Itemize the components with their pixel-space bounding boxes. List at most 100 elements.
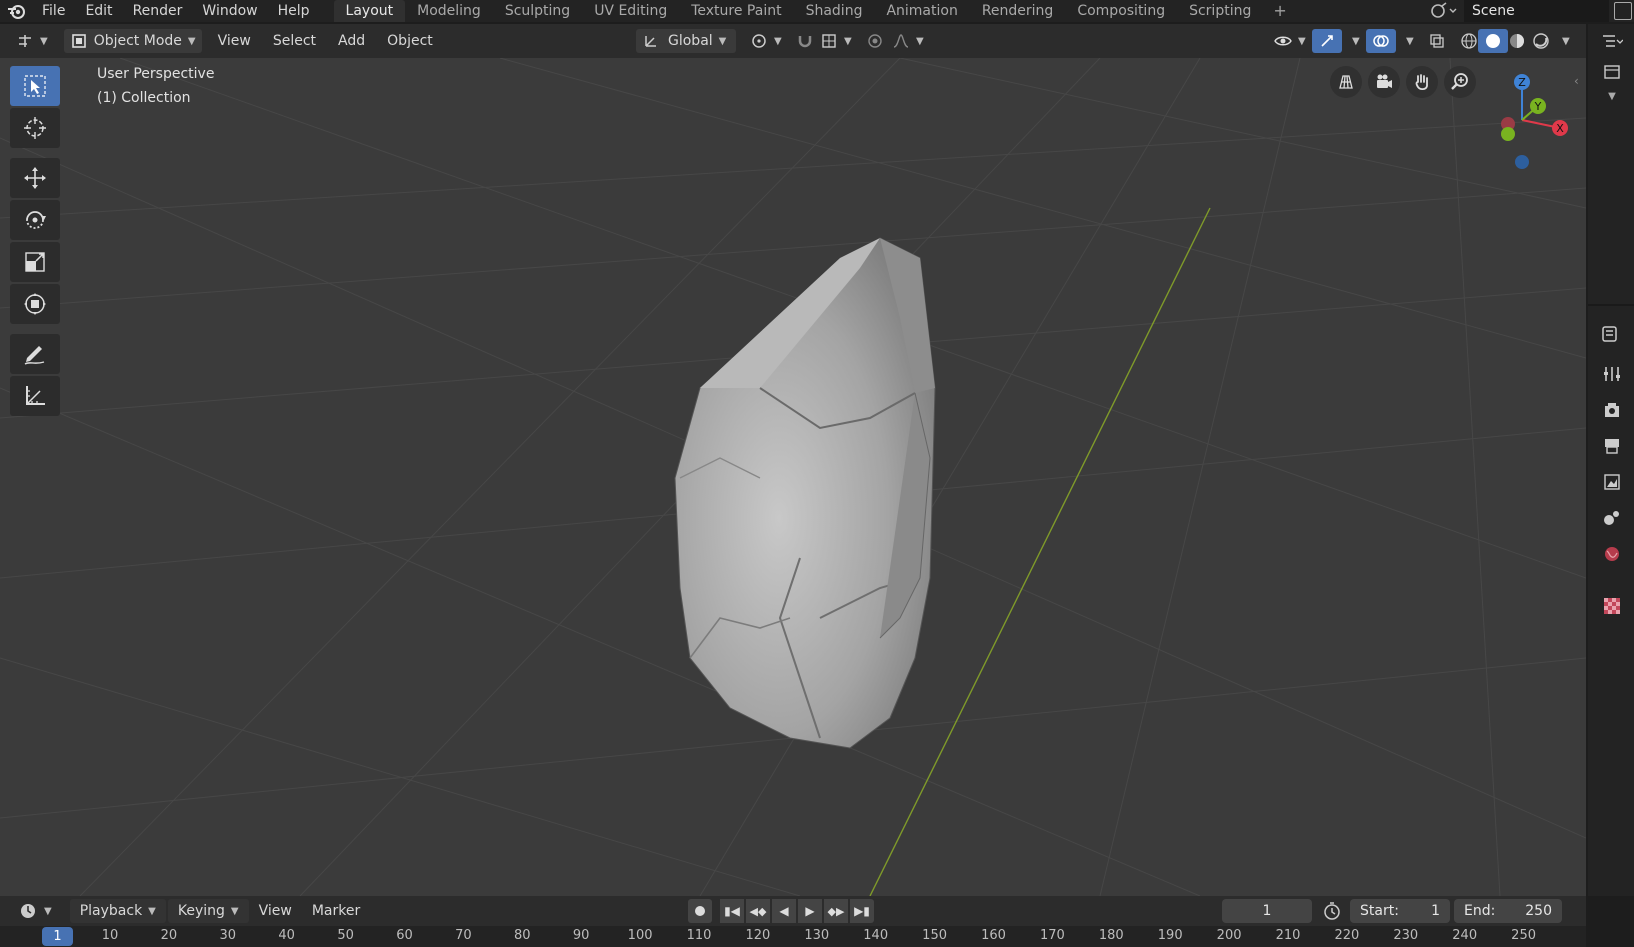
- visibility-button[interactable]: ▼: [1268, 29, 1312, 53]
- timeline-header: ▼ Playback ▼ Keying ▼ View Marker ▮◀ ◀◆ ◀ …: [0, 896, 1586, 926]
- record-button[interactable]: [688, 899, 712, 923]
- properties-editor-icon[interactable]: [1598, 320, 1626, 348]
- marker-menu[interactable]: Marker: [302, 903, 370, 919]
- menu-window[interactable]: Window: [192, 0, 267, 22]
- menu-file[interactable]: File: [32, 0, 75, 22]
- clock-icon: [21, 904, 35, 918]
- measure-tool[interactable]: [10, 376, 60, 416]
- scene-name-field[interactable]: Scene: [1464, 0, 1609, 22]
- ruler-tick-label: 240: [1452, 928, 1478, 943]
- rock-mesh-object[interactable]: [674, 237, 936, 749]
- snap-target-button[interactable]: ▼: [814, 29, 858, 53]
- playback-menu[interactable]: Playback ▼: [69, 899, 166, 923]
- tab-animation[interactable]: Animation: [874, 0, 969, 22]
- outliner-editor-icon[interactable]: [1598, 28, 1626, 56]
- blender-logo-icon[interactable]: [0, 0, 32, 22]
- rendered-sphere-icon: [1533, 33, 1549, 49]
- ruler-tick-label: 150: [922, 928, 948, 943]
- mode-dropdown[interactable]: Object Mode ▼: [63, 29, 202, 53]
- timeline-view-menu[interactable]: View: [249, 903, 302, 919]
- tab-layout[interactable]: Layout: [333, 0, 406, 22]
- scale-tool[interactable]: [10, 242, 60, 282]
- menu-add[interactable]: Add: [332, 29, 371, 53]
- view-layer-properties-icon[interactable]: [1598, 468, 1626, 496]
- menu-render[interactable]: Render: [123, 0, 193, 22]
- transform-orientation-dropdown[interactable]: Global ▼: [636, 29, 736, 53]
- jump-start-button[interactable]: ▮◀: [720, 899, 744, 923]
- menu-edit[interactable]: Edit: [75, 0, 122, 22]
- tab-texture-paint[interactable]: Texture Paint: [679, 0, 793, 22]
- tool-shelf: [10, 66, 62, 418]
- jump-end-button[interactable]: ▶▮: [850, 899, 874, 923]
- overlays-toggle[interactable]: [1366, 29, 1396, 53]
- tool-properties-icon[interactable]: [1598, 360, 1626, 388]
- transform-tool[interactable]: [10, 284, 60, 324]
- proportional-falloff-button[interactable]: ▼: [886, 29, 930, 53]
- play-button[interactable]: ▶: [798, 899, 822, 923]
- select-cursor-icon: [24, 75, 46, 97]
- gizmo-z-label: Z: [1518, 76, 1526, 89]
- prev-keyframe-button[interactable]: ◀◆: [746, 899, 770, 923]
- ruler-tick-label: 170: [1039, 928, 1065, 943]
- scene-selector-icon[interactable]: [1430, 0, 1460, 22]
- mode-label: Object Mode: [93, 33, 182, 49]
- transform-icon: [24, 293, 46, 315]
- toggle-ortho-button[interactable]: [1330, 66, 1362, 98]
- scene-properties-icon[interactable]: [1598, 504, 1626, 532]
- overlays-dropdown[interactable]: ▼: [1394, 29, 1420, 53]
- cursor-tool[interactable]: [10, 108, 60, 148]
- shading-dropdown[interactable]: ▼: [1550, 29, 1576, 53]
- next-keyframe-button[interactable]: ◆▶: [824, 899, 848, 923]
- outliner-expand-icon[interactable]: ▼: [1598, 82, 1626, 110]
- current-frame-field[interactable]: 1: [1222, 899, 1312, 923]
- tab-uv-editing[interactable]: UV Editing: [582, 0, 679, 22]
- editor-type-icon: [19, 35, 31, 47]
- render-properties-icon[interactable]: [1598, 396, 1626, 424]
- current-frame-indicator[interactable]: 1: [42, 927, 73, 946]
- menu-view[interactable]: View: [212, 29, 257, 53]
- new-scene-icon[interactable]: [1614, 2, 1632, 20]
- 3d-cursor-icon: [24, 117, 46, 139]
- tab-scripting[interactable]: Scripting: [1177, 0, 1263, 22]
- tab-modeling[interactable]: Modeling: [405, 0, 493, 22]
- sidebar-toggle-icon[interactable]: ‹: [1574, 74, 1579, 88]
- camera-view-button[interactable]: [1368, 66, 1400, 98]
- menu-object[interactable]: Object: [381, 29, 439, 53]
- tab-rendering[interactable]: Rendering: [970, 0, 1066, 22]
- move-tool[interactable]: [10, 158, 60, 198]
- menu-select[interactable]: Select: [267, 29, 322, 53]
- gizmo-neg-y-dot[interactable]: [1501, 127, 1515, 141]
- gizmo-toggle[interactable]: [1312, 29, 1342, 53]
- properties-strip: ▼: [1588, 24, 1634, 896]
- tab-sculpting[interactable]: Sculpting: [493, 0, 582, 22]
- select-box-tool[interactable]: [10, 66, 60, 106]
- add-workspace-button[interactable]: +: [1263, 0, 1296, 22]
- frame-ruler[interactable]: 1 10 20 30 40 50 60 70 80 90 100 110 120 130 140 150 160…: [0, 926, 1586, 947]
- end-frame-field[interactable]: End: 250: [1454, 899, 1562, 923]
- xray-toggle[interactable]: [1422, 29, 1452, 53]
- pivot-point-button[interactable]: ▼: [744, 29, 788, 53]
- pan-view-button[interactable]: [1406, 66, 1438, 98]
- play-reverse-button[interactable]: ◀: [772, 899, 796, 923]
- gizmo-neg-z-icon[interactable]: [1515, 155, 1529, 169]
- gizmo-dropdown[interactable]: ▼: [1340, 29, 1366, 53]
- start-frame-field[interactable]: Start: 1: [1350, 899, 1450, 923]
- tab-compositing[interactable]: Compositing: [1065, 0, 1177, 22]
- texture-properties-icon[interactable]: [1598, 592, 1626, 620]
- orientation-gizmo[interactable]: Z X Y: [1466, 66, 1576, 176]
- tab-shading[interactable]: Shading: [794, 0, 875, 22]
- menu-help[interactable]: Help: [268, 0, 320, 22]
- preview-range-icon[interactable]: [1322, 901, 1342, 925]
- blender-window: File Edit Render Window Help Layout Mode…: [0, 0, 1634, 947]
- rotate-tool[interactable]: [10, 200, 60, 240]
- output-properties-icon[interactable]: [1598, 432, 1626, 460]
- keying-menu[interactable]: Keying ▼: [167, 899, 249, 923]
- timeline-editor-type-button[interactable]: ▼: [8, 901, 62, 921]
- world-properties-icon[interactable]: [1598, 540, 1626, 568]
- ruler-tick-label: 120: [745, 928, 771, 943]
- ruler-tick-label: 130: [804, 928, 830, 943]
- 3d-viewport[interactable]: User Perspective (1) Collection Z X Y ‹: [0, 58, 1586, 896]
- annotate-tool[interactable]: [10, 334, 60, 374]
- editor-type-button[interactable]: ▼: [10, 29, 54, 53]
- start-label: Start:: [1360, 903, 1399, 919]
